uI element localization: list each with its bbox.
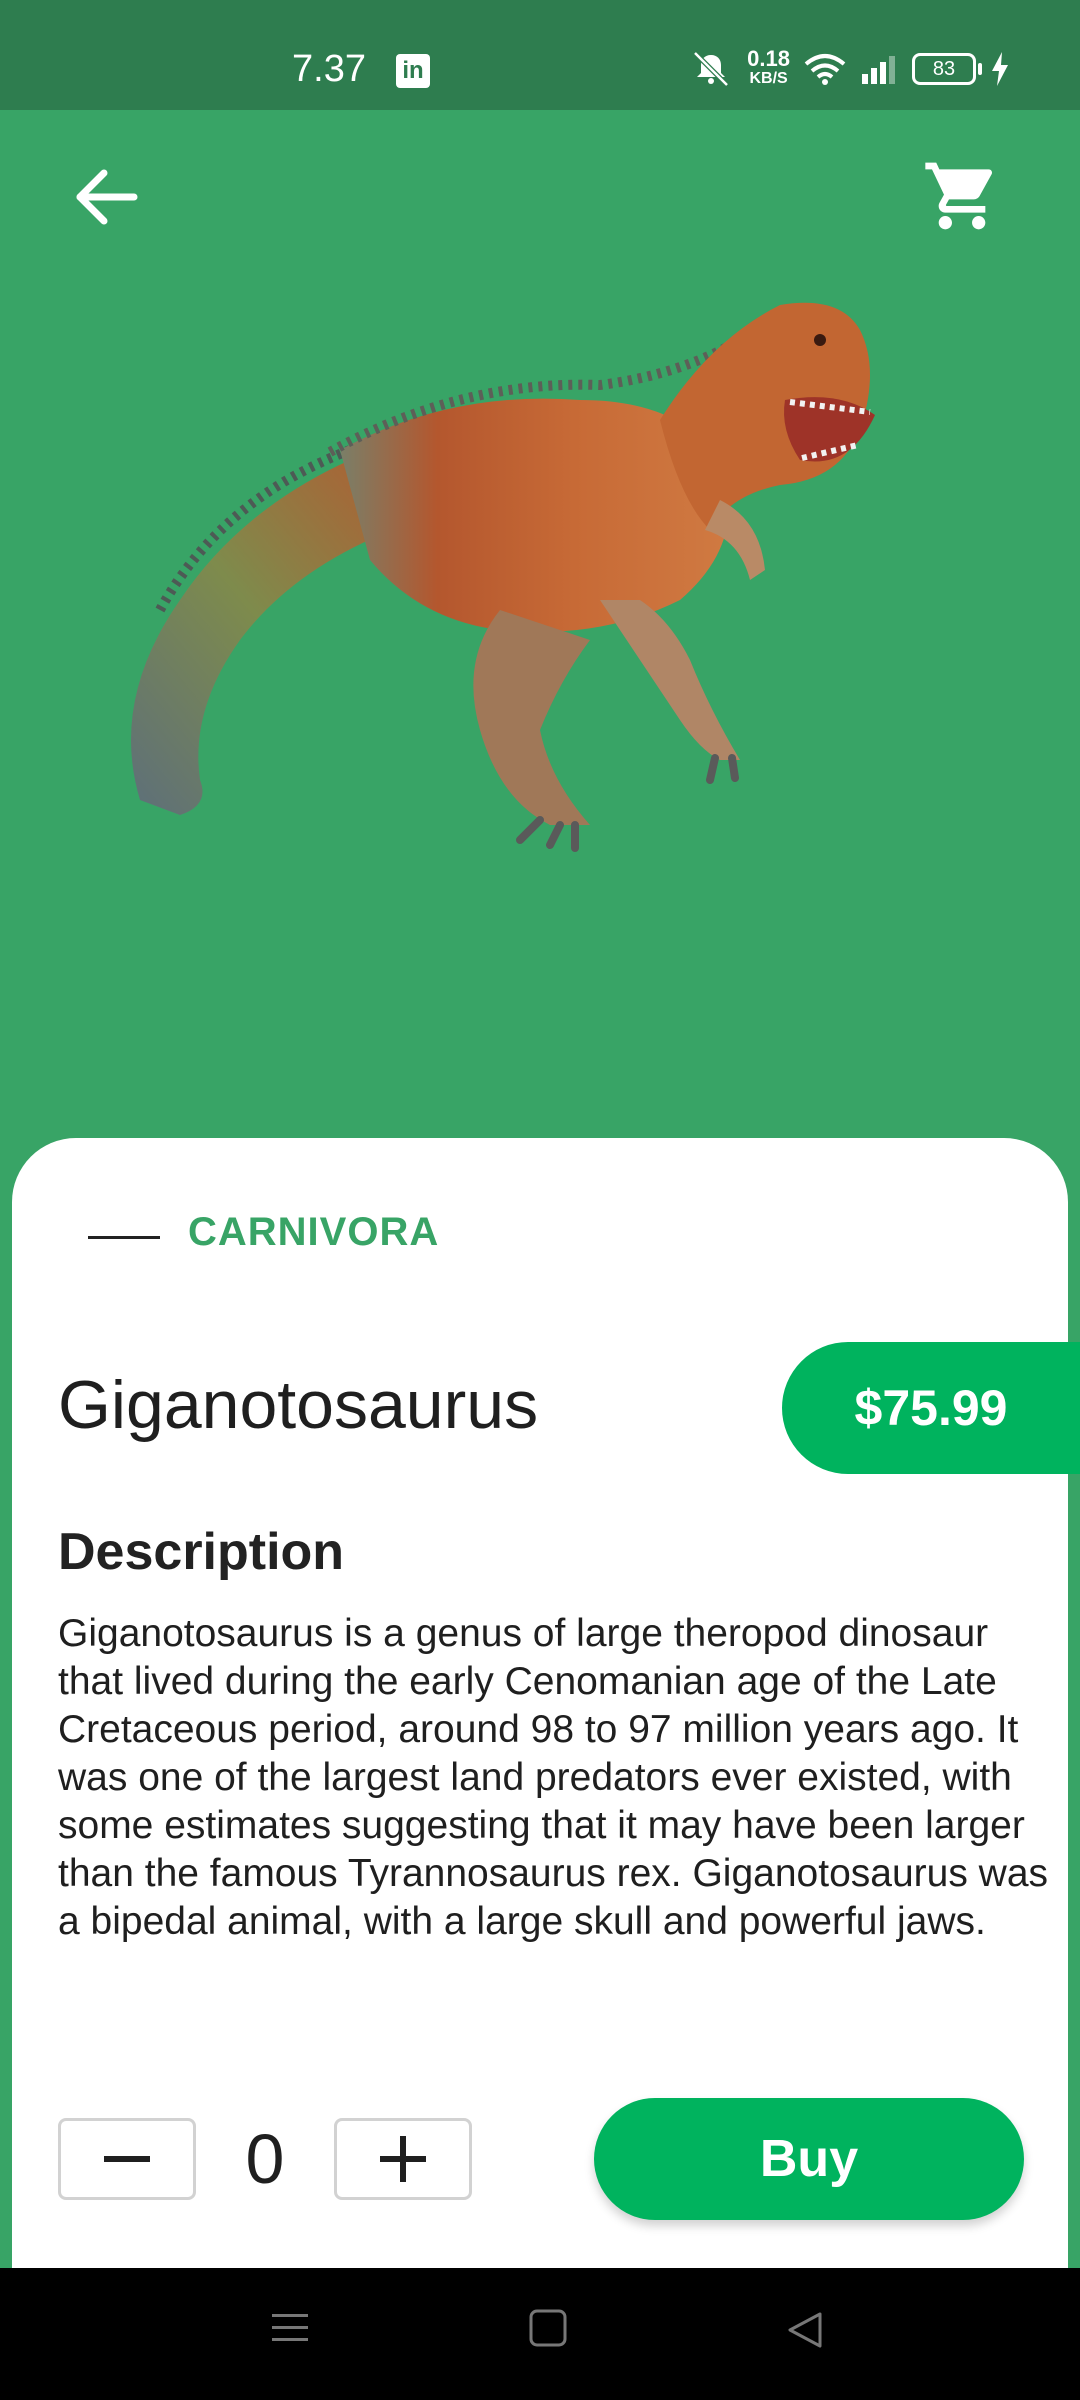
decrease-quantity-button[interactable] [58, 2118, 196, 2200]
bell-muted-icon [693, 51, 729, 87]
back-button[interactable] [74, 164, 140, 230]
minus-icon [104, 2156, 150, 2162]
category-label: CARNIVORA [188, 1210, 440, 1254]
quantity-value: 0 [245, 2120, 285, 2198]
battery-level: 83 [932, 58, 956, 80]
shopping-cart-icon [925, 162, 993, 230]
system-nav-bar [0, 2268, 1080, 2400]
status-time: 7.37 [292, 48, 366, 90]
category-divider [88, 1236, 160, 1239]
product-name: Giganotosaurus [58, 1367, 539, 1443]
plus-icon [380, 2136, 426, 2182]
product-card: CARNIVORA Giganotosaurus $75.99 Descript… [12, 1138, 1080, 2268]
arrow-left-icon [76, 169, 138, 225]
signal-icon [862, 56, 895, 84]
status-indicators: 0.18 KB/S 83 [689, 44, 1010, 94]
dinosaur-image [131, 302, 875, 852]
home-icon[interactable] [528, 2308, 568, 2348]
description-heading: Description [58, 1523, 345, 1581]
status-bar: 7.37 in 0.18 KB/S 83 [0, 0, 1080, 110]
nav-back-icon[interactable] [784, 2308, 828, 2352]
net-speed: 0.18 KB/S [747, 46, 790, 89]
wifi-icon [804, 54, 846, 85]
description-text: Giganotosaurus is a genus of large thero… [58, 1612, 1049, 1943]
net-speed-unit: KB/S [749, 70, 788, 87]
increase-quantity-button[interactable] [334, 2118, 472, 2200]
charging-icon [992, 52, 1008, 86]
buy-button[interactable]: Buy [594, 2098, 1024, 2220]
linkedin-icon: in [396, 54, 430, 88]
price-badge: $75.99 [782, 1342, 1080, 1474]
cart-button[interactable] [922, 156, 1002, 236]
net-speed-value: 0.18 [747, 46, 790, 71]
battery-icon: 83 [912, 53, 982, 85]
recent-apps-icon[interactable] [270, 2308, 310, 2348]
